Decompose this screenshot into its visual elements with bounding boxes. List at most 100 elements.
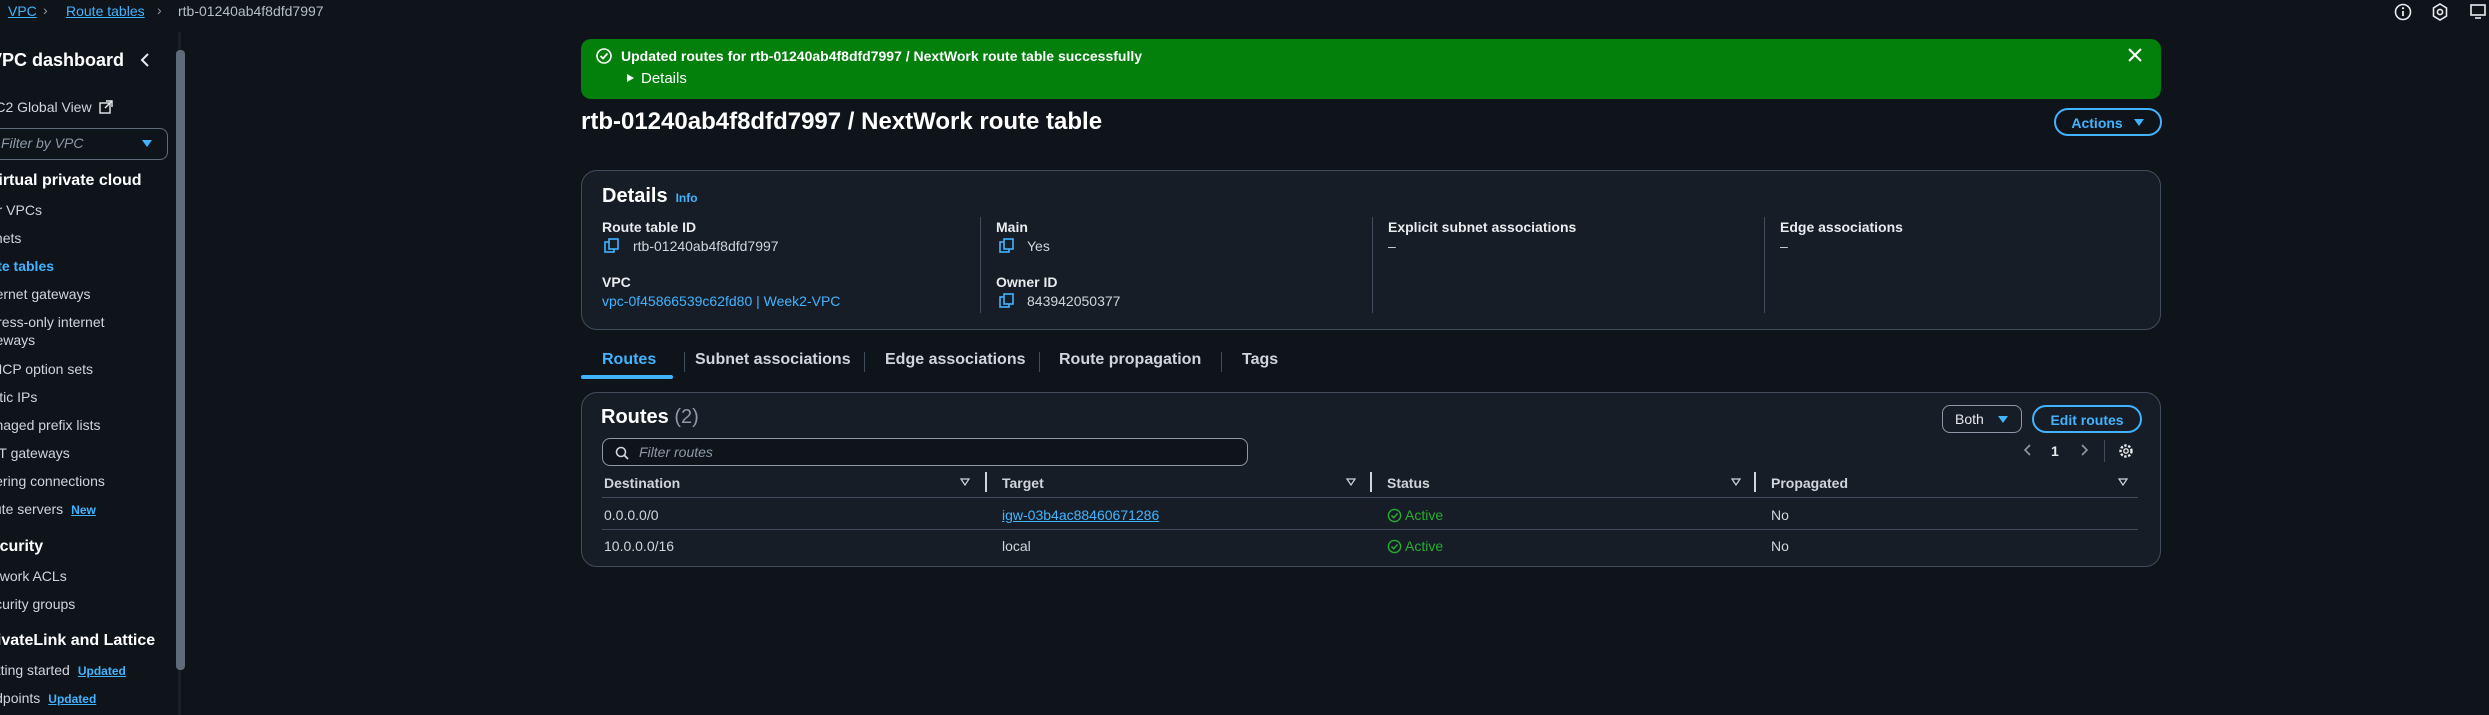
sidebar-item-nat-gateways[interactable]: NAT gateways xyxy=(0,445,70,461)
sidebar-item-elastic-ips[interactable]: Elastic IPs xyxy=(0,389,37,405)
owner-id-label: Owner ID xyxy=(996,274,1058,290)
vpc-filter-placeholder: Filter by VPC xyxy=(1,135,84,151)
sidebar-item-endpoints[interactable]: Endpoints Updated xyxy=(0,690,96,706)
updated-badge: Updated xyxy=(77,664,126,678)
column-header-target[interactable]: Target xyxy=(1002,475,1044,491)
sidebar-item-egress-only-gateways[interactable]: Egress-only internet xyxy=(0,314,105,330)
flash-details-label: Details xyxy=(641,70,687,87)
close-icon[interactable] xyxy=(2126,46,2144,64)
copy-icon[interactable] xyxy=(999,293,1015,309)
details-heading-text: Details xyxy=(602,185,668,207)
breadcrumb-separator-icon: › xyxy=(43,2,48,18)
sidebar-item-security-groups[interactable]: Security groups xyxy=(0,596,75,612)
chevron-left-icon[interactable] xyxy=(2022,443,2034,457)
gear-icon[interactable] xyxy=(2117,442,2135,460)
sidebar-scrollbar[interactable] xyxy=(176,50,185,670)
sidebar-section-security: Security xyxy=(0,538,44,555)
column-header-propagated[interactable]: Propagated xyxy=(1771,475,1848,491)
column-header-status[interactable]: Status xyxy=(1387,475,1430,491)
info-link[interactable]: Info xyxy=(676,191,698,205)
column-resizer[interactable] xyxy=(1370,472,1372,492)
chevron-left-icon[interactable] xyxy=(136,50,156,70)
column-divider xyxy=(1764,217,1765,313)
flash-message: Updated routes for rtb-01240ab4f8dfd7997… xyxy=(621,48,1143,64)
caret-down-icon xyxy=(2133,119,2144,126)
actions-button[interactable]: Actions xyxy=(2054,108,2162,136)
sidebar-item-internet-gateways[interactable]: Internet gateways xyxy=(0,286,91,302)
page-title: rtb-01240ab4f8dfd7997 / NextWork route t… xyxy=(581,108,1103,135)
route-filter-placeholder: Filter routes xyxy=(639,444,713,460)
vpc-filter-select[interactable]: Filter by VPC xyxy=(0,128,168,160)
main-label: Main xyxy=(996,219,1028,235)
caret-right-icon xyxy=(627,74,634,82)
route-destination: 0.0.0.0/0 xyxy=(604,507,659,523)
tab-separator xyxy=(684,352,685,372)
tab-tags[interactable]: Tags xyxy=(1242,351,1278,369)
tab-route-propagation[interactable]: Route propagation xyxy=(1059,351,1201,369)
sidebar-item-global-view[interactable]: EC2 Global View xyxy=(0,99,114,115)
route-status: Active xyxy=(1387,538,1443,554)
sidebar-item-getting-started[interactable]: Getting started Updated xyxy=(0,662,126,678)
copy-icon[interactable] xyxy=(999,238,1015,254)
route-status: Active xyxy=(1387,507,1443,523)
sort-icon[interactable] xyxy=(2118,478,2128,486)
sidebar-item-dhcp-option-sets[interactable]: DHCP option sets xyxy=(0,361,93,377)
sidebar-item-your-vpcs[interactable]: Your VPCs xyxy=(0,202,42,218)
breadcrumb-separator-icon: › xyxy=(157,2,162,18)
tab-edge-associations[interactable]: Edge associations xyxy=(885,351,1026,369)
external-link-icon xyxy=(99,100,114,114)
flash-details-toggle[interactable]: Details xyxy=(625,70,687,87)
sidebar-item-label: Endpoints xyxy=(0,690,41,706)
tab-routes[interactable]: Routes xyxy=(602,351,656,369)
edit-routes-button[interactable]: Edit routes xyxy=(2032,405,2142,433)
sort-icon[interactable] xyxy=(960,478,970,486)
tab-separator xyxy=(864,352,865,372)
new-badge: New xyxy=(71,503,96,517)
sidebar-item-peering-connections[interactable]: Peering connections xyxy=(0,473,105,489)
edge-associations-label: Edge associations xyxy=(1780,219,1903,235)
details-heading: Details Info xyxy=(602,185,698,208)
sidebar-item-route-servers[interactable]: Route servers New xyxy=(0,501,96,517)
vpc-label: VPC xyxy=(602,274,631,290)
both-select[interactable]: Both xyxy=(1942,405,2022,433)
sidebar-item-route-tables[interactable]: Route tables xyxy=(0,258,54,274)
route-table-id-value: rtb-01240ab4f8dfd7997 xyxy=(633,238,779,254)
table-header-divider xyxy=(602,497,2138,498)
breadcrumb-route-tables[interactable]: Route tables xyxy=(66,3,145,19)
column-resizer[interactable] xyxy=(1754,472,1756,492)
sort-icon[interactable] xyxy=(1731,478,1741,486)
sidebar-item-managed-prefix-lists[interactable]: Managed prefix lists xyxy=(0,417,101,433)
route-target-link[interactable]: igw-03b4ac88460671286 xyxy=(1002,507,1159,523)
breadcrumb-current: rtb-01240ab4f8dfd7997 xyxy=(178,3,324,19)
main-value: Yes xyxy=(1027,238,1050,254)
sidebar-item-subnets[interactable]: Subnets xyxy=(0,230,21,246)
sidebar-item-label: Getting started xyxy=(0,662,70,678)
sidebar-item-network-acls[interactable]: Network ACLs xyxy=(0,568,67,584)
routes-heading: Routes (2) xyxy=(601,406,699,429)
sidebar-item-egress-only-gateways-line2[interactable]: gateways xyxy=(0,332,35,348)
route-table-id-label: Route table ID xyxy=(602,219,697,235)
caret-down-icon xyxy=(142,140,152,147)
column-header-destination[interactable]: Destination xyxy=(604,475,680,491)
sidebar-item-label: EC2 Global View xyxy=(0,99,92,115)
route-filter-input[interactable]: Filter routes xyxy=(602,438,1248,466)
info-icon[interactable] xyxy=(2393,2,2413,22)
vpc-link[interactable]: vpc-0f45866539c62fd80 | Week2-VPC xyxy=(602,293,840,309)
page-number[interactable]: 1 xyxy=(2051,443,2059,459)
sidebar-title[interactable]: VPC dashboard xyxy=(0,50,124,71)
routes-count: (2) xyxy=(674,406,699,428)
column-resizer[interactable] xyxy=(985,472,987,492)
display-preferences-icon[interactable] xyxy=(2469,2,2489,22)
top-bar: VPC › Route tables › rtb-01240ab4f8dfd79… xyxy=(0,0,2489,28)
sort-icon[interactable] xyxy=(1346,478,1356,486)
route-propagated: No xyxy=(1771,507,1789,523)
chevron-right-icon[interactable] xyxy=(2078,443,2090,457)
search-icon xyxy=(615,446,629,460)
tab-separator xyxy=(1039,352,1040,372)
settings-icon[interactable] xyxy=(2430,2,2450,22)
both-select-value: Both xyxy=(1955,411,1984,427)
tab-subnet-associations[interactable]: Subnet associations xyxy=(695,351,851,369)
copy-icon[interactable] xyxy=(604,238,620,254)
route-status-label: Active xyxy=(1405,507,1444,523)
breadcrumb-vpc[interactable]: VPC xyxy=(8,3,37,19)
